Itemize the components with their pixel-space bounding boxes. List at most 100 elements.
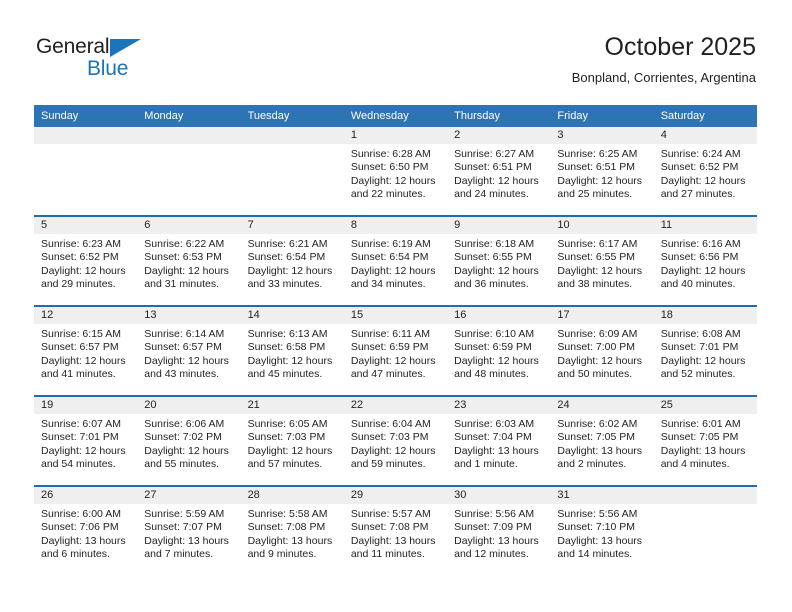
sunrise-text: Sunrise: 6:00 AM (41, 508, 121, 520)
sunset-text: Sunset: 6:55 PM (454, 251, 532, 264)
day-number: 28 (240, 487, 344, 504)
calendar-day-cell[interactable]: 18 Sunrise: 6:08 AM Sunset: 7:01 PM Dayligh… (653, 305, 757, 396)
calendar-day-cell[interactable]: 6 Sunrise: 6:22 AM Sunset: 6:53 PM Daylight… (137, 215, 241, 306)
sunset-text: Sunset: 7:04 PM (454, 431, 532, 444)
day-number: 19 (34, 397, 138, 414)
calendar-day-cell[interactable]: 13 Sunrise: 6:14 AM Sunset: 6:57 PM Dayligh… (137, 305, 241, 396)
day-details: Sunrise: 5:57 AM Sunset: 7:08 PM Daylight:… (344, 504, 447, 562)
daylight-text-line2: and 33 minutes. (247, 278, 323, 291)
day-number: 2 (447, 127, 551, 144)
daylight-text-line1: Daylight: 13 hours (144, 534, 229, 547)
daylight-text-line2: and 12 minutes. (454, 548, 529, 561)
day-number: 3 (550, 127, 654, 144)
daylight-text-line1: Daylight: 12 hours (350, 354, 436, 367)
sunrise-text: Sunrise: 6:23 AM (41, 238, 121, 250)
weekday-header-monday: Monday (137, 105, 241, 127)
calendar-day-cell[interactable]: 30 Sunrise: 5:56 AM Sunset: 7:09 PM Dayligh… (447, 485, 551, 575)
daylight-text-line1: Daylight: 12 hours (454, 264, 539, 277)
day-details: Sunrise: 6:23 AM Sunset: 6:52 PM Daylight:… (34, 234, 137, 292)
calendar-day-cell[interactable]: 19 Sunrise: 6:07 AM Sunset: 7:01 PM Dayligh… (34, 395, 138, 486)
day-number: 21 (240, 397, 344, 414)
sunrise-text: Sunrise: 5:59 AM (144, 508, 225, 520)
day-details: Sunrise: 6:01 AM Sunset: 7:05 PM Daylight:… (654, 414, 757, 472)
calendar-day-cell[interactable]: 23 Sunrise: 6:03 AM Sunset: 7:04 PM Dayligh… (447, 395, 551, 486)
day-details: Sunrise: 6:00 AM Sunset: 7:06 PM Daylight:… (34, 504, 137, 562)
daylight-text-line1: Daylight: 13 hours (247, 534, 333, 547)
daylight-text-line2: and 43 minutes. (144, 368, 219, 381)
sunset-text: Sunset: 6:51 PM (454, 161, 532, 174)
daylight-text-line1: Daylight: 13 hours (557, 534, 643, 547)
location-subtitle: Bonpland, Corrientes, Argentina (571, 70, 756, 85)
calendar-day-cell[interactable]: 20 Sunrise: 6:06 AM Sunset: 7:02 PM Dayligh… (137, 395, 241, 486)
calendar-day-cell[interactable]: 8 Sunrise: 6:19 AM Sunset: 6:54 PM Daylight… (343, 215, 448, 306)
calendar-day-cell[interactable]: 24 Sunrise: 6:02 AM Sunset: 7:05 PM Dayligh… (550, 395, 654, 486)
day-details: Sunrise: 6:28 AM Sunset: 6:50 PM Daylight:… (344, 144, 447, 202)
sunrise-text: Sunrise: 6:02 AM (557, 418, 638, 430)
day-details: Sunrise: 6:25 AM Sunset: 6:51 PM Daylight:… (550, 144, 653, 202)
weekday-header-wednesday: Wednesday (343, 105, 448, 127)
day-number: 6 (137, 217, 241, 234)
day-details: Sunrise: 6:14 AM Sunset: 6:57 PM Daylight:… (137, 324, 240, 382)
calendar-day-cell[interactable]: 31 Sunrise: 5:56 AM Sunset: 7:10 PM Dayligh… (550, 485, 654, 575)
calendar-day-cell[interactable]: 11 Sunrise: 6:16 AM Sunset: 6:56 PM Dayligh… (653, 215, 757, 306)
day-number: 26 (34, 487, 138, 504)
daylight-text-line2: and 38 minutes. (557, 278, 633, 291)
calendar-day-cell[interactable]: 1 Sunrise: 6:28 AM Sunset: 6:50 PM Daylight… (343, 127, 448, 216)
day-details: Sunrise: 6:03 AM Sunset: 7:04 PM Daylight:… (447, 414, 550, 472)
day-number: 27 (137, 487, 241, 504)
day-details: Sunrise: 6:10 AM Sunset: 6:59 PM Daylight:… (447, 324, 550, 382)
daylight-text-line2: and 45 minutes. (247, 368, 323, 381)
daylight-text-line2: and 22 minutes. (350, 188, 426, 201)
calendar-day-cell[interactable]: 2 Sunrise: 6:27 AM Sunset: 6:51 PM Daylight… (447, 127, 551, 216)
calendar-day-cell[interactable]: 9 Sunrise: 6:18 AM Sunset: 6:55 PM Daylight… (447, 215, 551, 306)
calendar-day-cell[interactable]: 27 Sunrise: 5:59 AM Sunset: 7:07 PM Dayligh… (137, 485, 241, 575)
daylight-text-line2: and 34 minutes. (350, 278, 426, 291)
daylight-text-line2: and 31 minutes. (144, 278, 219, 291)
sunset-text: Sunset: 7:07 PM (144, 521, 222, 534)
calendar-day-cell[interactable]: 22 Sunrise: 6:04 AM Sunset: 7:03 PM Dayligh… (343, 395, 448, 486)
daylight-text-line2: and 36 minutes. (454, 278, 529, 291)
general-blue-logo[interactable]: General Blue (36, 36, 216, 88)
sunset-text: Sunset: 6:52 PM (660, 161, 739, 174)
sunrise-text: Sunrise: 6:07 AM (41, 418, 121, 430)
calendar-day-cell[interactable]: 16 Sunrise: 6:10 AM Sunset: 6:59 PM Dayligh… (447, 305, 551, 396)
day-number: 22 (343, 397, 448, 414)
daylight-text-line1: Daylight: 12 hours (660, 354, 746, 367)
calendar-day-cell[interactable]: 15 Sunrise: 6:11 AM Sunset: 6:59 PM Dayligh… (343, 305, 448, 396)
daylight-text-line2: and 14 minutes. (557, 548, 633, 561)
sunrise-text: Sunrise: 6:06 AM (144, 418, 225, 430)
calendar-day-cell[interactable]: 7 Sunrise: 6:21 AM Sunset: 6:54 PM Daylight… (240, 215, 344, 306)
day-number: 18 (653, 307, 757, 324)
daylight-text-line1: Daylight: 12 hours (41, 444, 126, 457)
day-number: 30 (447, 487, 551, 504)
calendar-day-cell[interactable]: 17 Sunrise: 6:09 AM Sunset: 7:00 PM Dayligh… (550, 305, 654, 396)
day-details: Sunrise: 6:05 AM Sunset: 7:03 PM Daylight:… (241, 414, 344, 472)
daylight-text-line2: and 57 minutes. (247, 458, 323, 471)
day-details: Sunrise: 6:15 AM Sunset: 6:57 PM Daylight:… (34, 324, 137, 382)
calendar-day-cell[interactable]: 28 Sunrise: 5:58 AM Sunset: 7:08 PM Dayligh… (240, 485, 344, 575)
day-details: Sunrise: 5:56 AM Sunset: 7:10 PM Daylight:… (550, 504, 653, 562)
sunrise-text: Sunrise: 6:16 AM (660, 238, 741, 250)
day-number: 9 (447, 217, 551, 234)
sunset-text: Sunset: 7:03 PM (350, 431, 429, 444)
calendar-day-cell[interactable]: 3 Sunrise: 6:25 AM Sunset: 6:51 PM Daylight… (550, 127, 654, 216)
calendar-day-cell[interactable]: 5 Sunrise: 6:23 AM Sunset: 6:52 PM Daylight… (34, 215, 138, 306)
calendar-day-cell[interactable]: 10 Sunrise: 6:17 AM Sunset: 6:55 PM Dayligh… (550, 215, 654, 306)
calendar-day-cell[interactable]: 14 Sunrise: 6:13 AM Sunset: 6:58 PM Dayligh… (240, 305, 344, 396)
sunrise-text: Sunrise: 6:10 AM (454, 328, 535, 340)
calendar-day-cell[interactable]: 21 Sunrise: 6:05 AM Sunset: 7:03 PM Dayligh… (240, 395, 344, 486)
calendar-day-cell[interactable]: 26 Sunrise: 6:00 AM Sunset: 7:06 PM Dayligh… (34, 485, 138, 575)
calendar-day-cell[interactable]: 4 Sunrise: 6:24 AM Sunset: 6:52 PM Daylight… (653, 127, 757, 216)
calendar-day-cell[interactable]: 29 Sunrise: 5:57 AM Sunset: 7:08 PM Dayligh… (343, 485, 448, 575)
sunrise-text: Sunrise: 6:19 AM (350, 238, 431, 250)
daylight-text-line2: and 40 minutes. (660, 278, 736, 291)
weekday-header-thursday: Thursday (447, 105, 551, 127)
calendar-day-cell-empty (34, 127, 138, 216)
day-number: 1 (343, 127, 448, 144)
calendar-day-cell[interactable]: 25 Sunrise: 6:01 AM Sunset: 7:05 PM Dayligh… (653, 395, 757, 486)
daylight-text-line1: Daylight: 13 hours (454, 534, 539, 547)
daylight-text-line2: and 1 minute. (454, 458, 518, 471)
triangle-icon (110, 39, 141, 57)
calendar-day-cell-empty (137, 127, 241, 216)
calendar-day-cell[interactable]: 12 Sunrise: 6:15 AM Sunset: 6:57 PM Dayligh… (34, 305, 138, 396)
